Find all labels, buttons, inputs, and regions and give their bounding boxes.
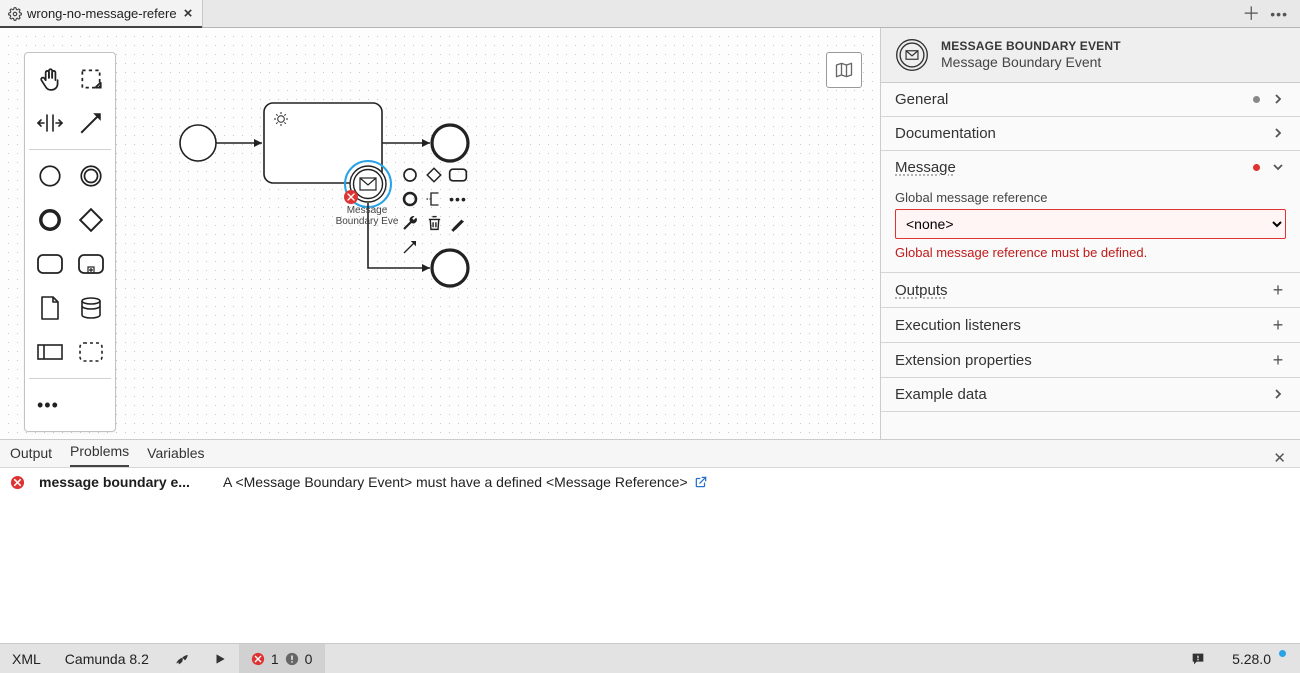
chevron-down-icon <box>1270 159 1286 176</box>
status-platform[interactable]: Camunda 8.2 <box>53 644 161 673</box>
update-dot-icon <box>1279 650 1286 657</box>
validation-error-text: Global message reference must be defined… <box>895 239 1286 262</box>
chevron-right-icon <box>1270 386 1286 403</box>
tab-diagram[interactable]: wrong-no-message-refere × <box>0 0 203 27</box>
external-link-icon[interactable] <box>694 475 708 489</box>
status-version[interactable]: 5.28.0 <box>1218 644 1300 673</box>
ctx-delete[interactable] <box>422 211 446 235</box>
error-icon <box>251 652 265 666</box>
properties-eyebrow: MESSAGE BOUNDARY EVENT <box>941 39 1121 53</box>
properties-title: Message Boundary Event <box>941 54 1121 71</box>
problem-source: message boundary e... <box>39 474 209 490</box>
play-icon <box>213 652 227 666</box>
close-icon[interactable]: × <box>182 6 195 21</box>
gear-icon <box>8 7 22 21</box>
problem-message: A <Message Boundary Event> must have a d… <box>223 474 1290 490</box>
app-tabbar: wrong-no-message-refere × ＋ ••• <box>0 0 1300 28</box>
section-ext-props[interactable]: Extension properties + <box>881 343 1300 377</box>
section-outputs[interactable]: Outputs + <box>881 273 1300 307</box>
ctx-connect[interactable] <box>398 235 422 259</box>
problems-list: message boundary e... A <Message Boundar… <box>0 468 1300 643</box>
ctx-wrench[interactable] <box>398 211 422 235</box>
section-documentation[interactable]: Documentation <box>881 117 1300 150</box>
ctx-color[interactable] <box>446 211 470 235</box>
chevron-right-icon <box>1270 125 1286 142</box>
status-feedback[interactable] <box>1178 644 1218 673</box>
section-message[interactable]: Message <box>881 151 1300 184</box>
feedback-icon <box>1190 651 1206 667</box>
properties-panel: MESSAGE BOUNDARY EVENT Message Boundary … <box>880 28 1300 439</box>
close-icon[interactable]: ✕ <box>1273 449 1290 467</box>
tab-label: wrong-no-message-refere <box>27 6 177 21</box>
chevron-right-icon <box>1270 91 1286 108</box>
ctx-end-event[interactable] <box>398 187 422 211</box>
section-example-data[interactable]: Example data <box>881 378 1300 411</box>
section-general[interactable]: General <box>881 83 1300 116</box>
properties-header: MESSAGE BOUNDARY EVENT Message Boundary … <box>881 28 1300 83</box>
message-reference-select[interactable]: <none> <box>895 209 1286 239</box>
error-dot-icon <box>1253 164 1260 171</box>
status-run[interactable] <box>201 644 239 673</box>
status-xml[interactable]: XML <box>0 644 53 673</box>
bottom-tabs: Output Problems Variables ✕ <box>0 440 1300 468</box>
ctx-task[interactable] <box>446 163 470 187</box>
tab-overflow-menu[interactable]: ••• <box>1270 6 1288 22</box>
ctx-start-event[interactable] <box>398 163 422 187</box>
status-bar: XML Camunda 8.2 1 0 5.28.0 <box>0 643 1300 673</box>
status-dot-icon <box>1253 96 1260 103</box>
context-pad: ••• <box>398 163 470 259</box>
problem-row[interactable]: message boundary e... A <Message Boundar… <box>0 468 1300 496</box>
tab-variables[interactable]: Variables <box>147 440 204 467</box>
rocket-icon <box>173 651 189 667</box>
section-exec-listeners[interactable]: Execution listeners + <box>881 308 1300 342</box>
message-event-icon <box>895 38 929 72</box>
ctx-more[interactable]: ••• <box>446 187 470 211</box>
status-problems[interactable]: 1 0 <box>239 644 326 673</box>
error-icon <box>10 475 25 490</box>
add-output-button[interactable]: + <box>1270 281 1286 299</box>
field-label-message-ref: Global message reference <box>895 188 1286 209</box>
add-listener-button[interactable]: + <box>1270 316 1286 334</box>
status-deploy[interactable] <box>161 644 201 673</box>
ctx-annotation[interactable] <box>422 187 446 211</box>
add-ext-prop-button[interactable]: + <box>1270 351 1286 369</box>
tab-problems[interactable]: Problems <box>70 438 129 467</box>
ctx-gateway[interactable] <box>422 163 446 187</box>
tab-output[interactable]: Output <box>10 440 52 467</box>
new-tab-button[interactable]: ＋ <box>1242 5 1260 23</box>
diagram-canvas[interactable]: ••• <box>0 28 880 439</box>
warning-icon <box>285 652 299 666</box>
